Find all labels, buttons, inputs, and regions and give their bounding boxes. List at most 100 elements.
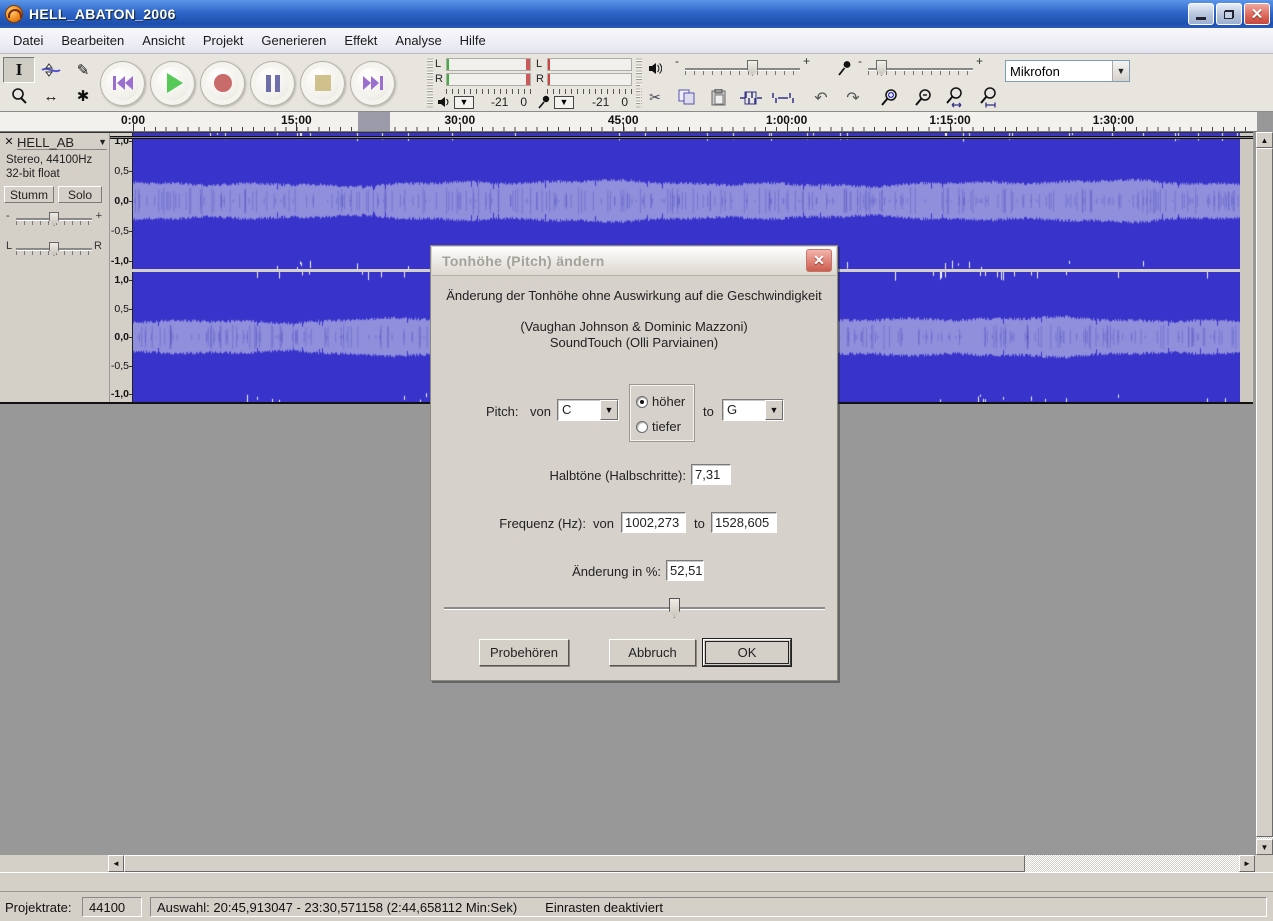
pitch-from-combo[interactable]: C ▼ bbox=[557, 399, 619, 421]
zoom-in-icon bbox=[879, 88, 899, 108]
fit-selection-button[interactable] bbox=[940, 85, 970, 110]
trim-outside-selection-button[interactable] bbox=[736, 85, 766, 110]
percent-slider-thumb[interactable] bbox=[669, 598, 680, 618]
percent-label: Änderung in %: bbox=[431, 564, 661, 579]
track-menu-arrow-icon: ▼ bbox=[98, 137, 107, 147]
mute-button[interactable]: Stumm bbox=[4, 186, 54, 203]
dialog-close-button[interactable]: ✕ bbox=[806, 249, 832, 272]
timeline-ruler[interactable]: 0:0015:0030:0045:001:00:001:15:001:30:00 bbox=[0, 112, 1257, 132]
zoom-in-button[interactable] bbox=[874, 85, 904, 110]
trim-icon bbox=[740, 90, 762, 106]
input-meter-left-label: L bbox=[536, 59, 546, 70]
envelope-icon bbox=[41, 62, 61, 78]
output-meter[interactable]: L R ▼ -21 0 bbox=[435, 58, 533, 110]
input-device-combo[interactable]: Mikrofon ▼ bbox=[1005, 60, 1130, 82]
multi-tool-button[interactable]: ✱ bbox=[67, 83, 99, 109]
percent-slider[interactable] bbox=[444, 598, 825, 620]
scroll-up-button[interactable]: ▲ bbox=[1256, 132, 1273, 148]
output-level-sliver bbox=[447, 59, 449, 70]
menu-item-projekt[interactable]: Projekt bbox=[194, 30, 252, 51]
volume-plus-label: + bbox=[803, 54, 810, 68]
vruler-tick bbox=[129, 337, 132, 338]
menu-item-bearbeiten[interactable]: Bearbeiten bbox=[52, 30, 133, 51]
audacity-window: HELL_ABATON_2006 ✕ DateiBearbeitenAnsich… bbox=[0, 0, 1273, 921]
menu-item-hilfe[interactable]: Hilfe bbox=[451, 30, 495, 51]
preview-button[interactable]: Probehören bbox=[479, 639, 569, 666]
menu-item-ansicht[interactable]: Ansicht bbox=[133, 30, 194, 51]
radio-lower[interactable] bbox=[636, 421, 648, 433]
fit-project-button[interactable] bbox=[974, 85, 1004, 110]
dialog-title-bar[interactable]: Tonhöhe (Pitch) ändern bbox=[432, 247, 836, 276]
menu-item-generieren[interactable]: Generieren bbox=[252, 30, 335, 51]
track-gain-slider[interactable]: - + bbox=[8, 209, 100, 229]
frequency-to-input[interactable]: 1528,605 bbox=[711, 512, 777, 533]
gain-minus-label: - bbox=[858, 54, 862, 68]
scroll-down-button[interactable]: ▼ bbox=[1256, 839, 1273, 855]
semitones-input[interactable]: 7,31 bbox=[691, 464, 731, 485]
scroll-right-button[interactable]: ► bbox=[1239, 855, 1255, 872]
radio-higher[interactable] bbox=[636, 396, 648, 408]
toolbar-grip[interactable] bbox=[427, 58, 433, 108]
scroll-left-button[interactable]: ◄ bbox=[108, 855, 124, 872]
output-volume-slider[interactable]: - + bbox=[685, 58, 800, 80]
undo-button[interactable]: ↶ bbox=[806, 85, 836, 110]
stop-button[interactable] bbox=[300, 61, 345, 106]
skip-to-start-button[interactable] bbox=[100, 61, 145, 106]
ok-button[interactable]: OK bbox=[703, 639, 791, 666]
vertical-scrollbar[interactable]: ▲ ▼ bbox=[1256, 132, 1273, 855]
play-button[interactable] bbox=[150, 61, 195, 106]
gain-plus-label: + bbox=[976, 54, 983, 68]
output-meter-dropdown[interactable]: ▼ bbox=[454, 96, 474, 109]
frequency-to-word: to bbox=[694, 516, 705, 531]
selection-tool-button[interactable]: I bbox=[3, 57, 35, 83]
chevron-down-icon[interactable]: ▼ bbox=[600, 400, 618, 420]
timeshift-tool-button[interactable]: ↔ bbox=[35, 83, 67, 109]
track-close-button[interactable]: ✕ bbox=[3, 136, 15, 148]
percent-input[interactable]: 52,514 bbox=[666, 560, 704, 581]
input-device-dropdown-button[interactable]: ▼ bbox=[1112, 61, 1129, 81]
menu-item-datei[interactable]: Datei bbox=[4, 30, 52, 51]
pause-button[interactable] bbox=[250, 61, 295, 106]
pause-icon bbox=[266, 75, 280, 92]
cut-button[interactable]: ✂ bbox=[640, 85, 670, 110]
draw-tool-button[interactable]: ✎ bbox=[67, 57, 99, 83]
zoom-out-button[interactable] bbox=[908, 85, 938, 110]
cancel-button[interactable]: Abbruch bbox=[609, 639, 696, 666]
input-gain-slider[interactable]: - + bbox=[868, 58, 973, 80]
horizontal-scrollbar-thumb[interactable] bbox=[124, 855, 1025, 872]
close-button[interactable]: ✕ bbox=[1244, 3, 1270, 25]
menu-item-analyse[interactable]: Analyse bbox=[386, 30, 450, 51]
horizontal-scrollbar[interactable]: ◄ ► bbox=[0, 855, 1273, 872]
title-bar[interactable]: HELL_ABATON_2006 ✕ bbox=[0, 0, 1273, 28]
paste-button[interactable] bbox=[704, 85, 734, 110]
redo-button[interactable]: ↷ bbox=[838, 85, 868, 110]
silence-selection-button[interactable] bbox=[768, 85, 798, 110]
multitool-icon: ✱ bbox=[77, 87, 90, 105]
input-meter-dropdown[interactable]: ▼ bbox=[554, 96, 574, 109]
fit-selection-icon bbox=[944, 87, 966, 109]
pitch-to-combo[interactable]: G ▼ bbox=[722, 399, 784, 421]
vertical-scrollbar-thumb[interactable] bbox=[1256, 148, 1273, 837]
restore-button[interactable] bbox=[1216, 3, 1242, 25]
skip-to-end-button[interactable] bbox=[350, 61, 395, 106]
input-scale-0: 0 bbox=[621, 95, 628, 109]
copy-icon bbox=[678, 89, 696, 106]
envelope-tool-button[interactable] bbox=[35, 57, 67, 83]
pan-left: L bbox=[6, 240, 12, 252]
speaker-icon bbox=[437, 96, 450, 108]
record-button[interactable] bbox=[200, 61, 245, 106]
input-meter[interactable]: L R ▼ -21 0 bbox=[536, 58, 634, 110]
chevron-down-icon[interactable]: ▼ bbox=[765, 400, 783, 420]
track-title-menu[interactable]: HELL_AB ▼ bbox=[17, 135, 107, 150]
zoom-tool-button[interactable] bbox=[3, 83, 35, 109]
vruler-tick bbox=[129, 231, 132, 232]
menu-item-effekt[interactable]: Effekt bbox=[335, 30, 386, 51]
silence-icon bbox=[772, 90, 794, 106]
project-rate-value[interactable]: 44100 bbox=[82, 897, 142, 917]
copy-button[interactable] bbox=[672, 85, 702, 110]
track-pan-slider[interactable]: L R bbox=[8, 239, 100, 259]
minimize-button[interactable] bbox=[1188, 3, 1214, 25]
volume-minus-label: - bbox=[675, 54, 679, 68]
solo-button[interactable]: Solo bbox=[58, 186, 102, 203]
frequency-from-input[interactable]: 1002,273 bbox=[621, 512, 686, 533]
